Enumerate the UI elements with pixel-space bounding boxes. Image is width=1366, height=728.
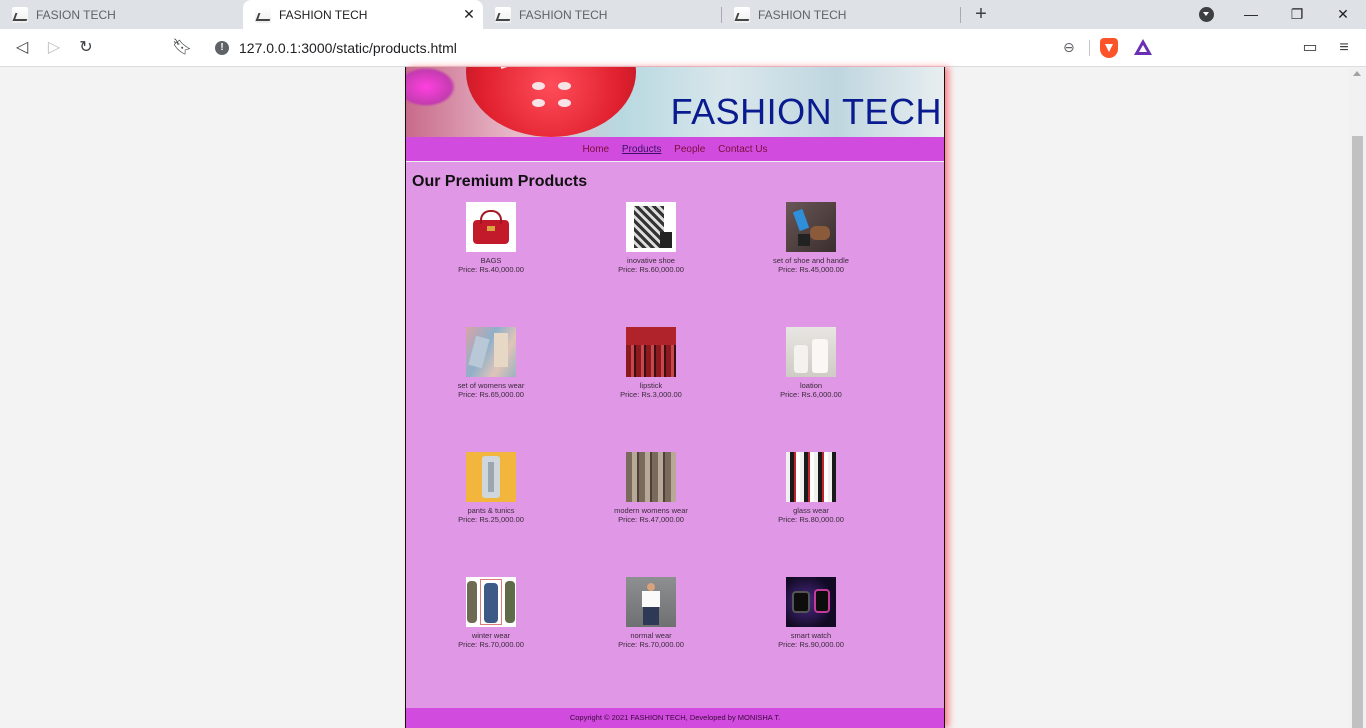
product-name: set of shoe and handle xyxy=(773,256,849,265)
url-text[interactable]: 127.0.0.1:3000/static/products.html xyxy=(239,40,457,56)
site-title: FASHION TECH xyxy=(670,91,942,132)
zoom-icon[interactable]: ⊖ xyxy=(1063,39,1075,56)
header-banner: FASHION TECH xyxy=(406,67,944,137)
product-price: Price: Rs.6,000.00 xyxy=(780,390,842,399)
product-image-shoe-set[interactable] xyxy=(786,202,836,252)
product-card[interactable]: normal wear Price: Rs.70,000.00 xyxy=(571,577,731,649)
product-price: Price: Rs.47,000.00 xyxy=(618,515,684,524)
page-scrollbar[interactable] xyxy=(1349,67,1366,728)
product-name: BAGS xyxy=(480,256,502,265)
bookmark-icon[interactable]: 🔖︎ xyxy=(171,37,193,59)
product-name: pants & tunics xyxy=(467,506,515,515)
nav-link-contact[interactable]: Contact Us xyxy=(718,144,767,155)
product-name: set of womens wear xyxy=(457,381,525,390)
restore-button[interactable]: ❐ xyxy=(1274,0,1320,29)
back-icon[interactable]: ◁ xyxy=(11,37,33,59)
site-info-icon[interactable]: ! xyxy=(215,41,229,55)
brave-rewards-icon[interactable] xyxy=(1134,39,1152,55)
product-name: winter wear xyxy=(471,631,511,640)
product-name: glass wear xyxy=(793,506,829,515)
wallet-icon[interactable]: ▭ xyxy=(1299,37,1321,59)
product-card[interactable]: pants & tunics Price: Rs.25,000.00 xyxy=(411,452,571,524)
scrollbar-thumb[interactable] xyxy=(1352,136,1363,728)
product-card[interactable]: glass wear Price: Rs.80,000.00 xyxy=(731,452,891,524)
product-image-winter-coats[interactable] xyxy=(466,577,516,627)
tab-2-active[interactable]: FASHION TECH ✕ xyxy=(243,0,483,29)
product-price: Price: Rs.60,000.00 xyxy=(618,265,684,274)
products-section: Our Premium Products BAGS Price: Rs.40,0… xyxy=(406,163,944,708)
close-window-button[interactable]: ✕ xyxy=(1320,0,1366,29)
product-card[interactable]: BAGS Price: Rs.40,000.00 xyxy=(411,202,571,274)
page-title: Our Premium Products xyxy=(412,173,588,190)
close-tab-icon[interactable]: ✕ xyxy=(461,6,477,22)
new-tab-button[interactable]: + xyxy=(970,3,992,25)
product-card[interactable]: modern womens wear Price: Rs.47,000.00 xyxy=(571,452,731,524)
forward-icon[interactable]: ▷ xyxy=(43,37,65,59)
product-price: Price: Rs.70,000.00 xyxy=(618,640,684,649)
product-name: inovative shoe xyxy=(627,256,675,265)
banner-decoration xyxy=(406,67,456,107)
reload-icon[interactable]: ↻ xyxy=(75,37,97,59)
main-nav: Home Products People Contact Us xyxy=(406,137,944,162)
nav-link-people[interactable]: People xyxy=(674,144,705,155)
tab-title: FASHION TECH xyxy=(758,7,847,22)
product-name: lipstick xyxy=(639,381,663,390)
product-image-modern-wear[interactable] xyxy=(626,452,676,502)
product-card[interactable]: winter wear Price: Rs.70,000.00 xyxy=(411,577,571,649)
favicon-icon xyxy=(734,6,750,23)
tab-strip: FASION TECH FASHION TECH ✕ FASHION TECH … xyxy=(0,0,1366,29)
product-name: modern womens wear xyxy=(614,506,688,515)
tab-search-icon[interactable] xyxy=(1199,7,1214,22)
product-image-bag[interactable] xyxy=(466,202,516,252)
product-price: Price: Rs.3,000.00 xyxy=(620,390,682,399)
product-price: Price: Rs.40,000.00 xyxy=(458,265,524,274)
tab-title: FASHION TECH xyxy=(519,7,608,22)
product-price: Price: Rs.80,000.00 xyxy=(778,515,844,524)
product-image-smart-watch[interactable] xyxy=(786,577,836,627)
tab-title: FASION TECH xyxy=(36,7,116,22)
brave-shields-icon[interactable] xyxy=(1100,38,1118,58)
menu-icon[interactable]: ≡ xyxy=(1333,37,1355,59)
product-price: Price: Rs.70,000.00 xyxy=(458,640,524,649)
product-price: Price: Rs.25,000.00 xyxy=(458,515,524,524)
product-image-pants[interactable] xyxy=(466,452,516,502)
tab-4[interactable]: FASHION TECH xyxy=(722,0,960,29)
browser-toolbar: ◁ ▷ ↻ 🔖︎ ! 127.0.0.1:3000/static/product… xyxy=(0,29,1366,67)
product-price: Price: Rs.90,000.00 xyxy=(778,640,844,649)
page-footer: Copyright © 2021 FASHION TECH, Developed… xyxy=(406,708,944,728)
tab-1[interactable]: FASION TECH xyxy=(0,0,243,29)
product-card[interactable]: lipstick Price: Rs.3,000.00 xyxy=(571,327,731,399)
product-card[interactable]: loation Price: Rs.6,000.00 xyxy=(731,327,891,399)
product-image-womens-wear[interactable] xyxy=(466,327,516,377)
minimize-button[interactable]: — xyxy=(1228,0,1274,29)
nav-link-home[interactable]: Home xyxy=(582,144,609,155)
nav-link-products[interactable]: Products xyxy=(622,144,661,155)
product-card[interactable]: set of womens wear Price: Rs.65,000.00 xyxy=(411,327,571,399)
web-page: FASHION TECH Home Products People Contac… xyxy=(405,67,945,728)
tab-3[interactable]: FASHION TECH xyxy=(483,0,721,29)
tab-title: FASHION TECH xyxy=(279,7,368,22)
product-name: loation xyxy=(799,381,823,390)
product-image-shoe[interactable] xyxy=(626,202,676,252)
product-image-lotion[interactable] xyxy=(786,327,836,377)
product-image-glass-wear[interactable] xyxy=(786,452,836,502)
product-price: Price: Rs.45,000.00 xyxy=(778,265,844,274)
sewing-button-image xyxy=(466,67,636,137)
scroll-up-arrow-icon[interactable] xyxy=(1353,71,1361,76)
omnibox-divider xyxy=(1089,40,1090,56)
address-bar[interactable]: ! 127.0.0.1:3000/static/products.html ⊖ xyxy=(205,33,1161,63)
product-name: smart watch xyxy=(790,631,832,640)
product-name: normal wear xyxy=(630,631,672,640)
tab-divider xyxy=(960,7,961,23)
product-price: Price: Rs.65,000.00 xyxy=(458,390,524,399)
product-image-normal-wear[interactable] xyxy=(626,577,676,627)
product-card[interactable]: inovative shoe Price: Rs.60,000.00 xyxy=(571,202,731,274)
favicon-icon xyxy=(12,6,28,23)
favicon-icon xyxy=(255,6,271,23)
product-card[interactable]: set of shoe and handle Price: Rs.45,000.… xyxy=(731,202,891,274)
product-image-lipstick[interactable] xyxy=(626,327,676,377)
favicon-icon xyxy=(495,6,511,23)
product-card[interactable]: smart watch Price: Rs.90,000.00 xyxy=(731,577,891,649)
